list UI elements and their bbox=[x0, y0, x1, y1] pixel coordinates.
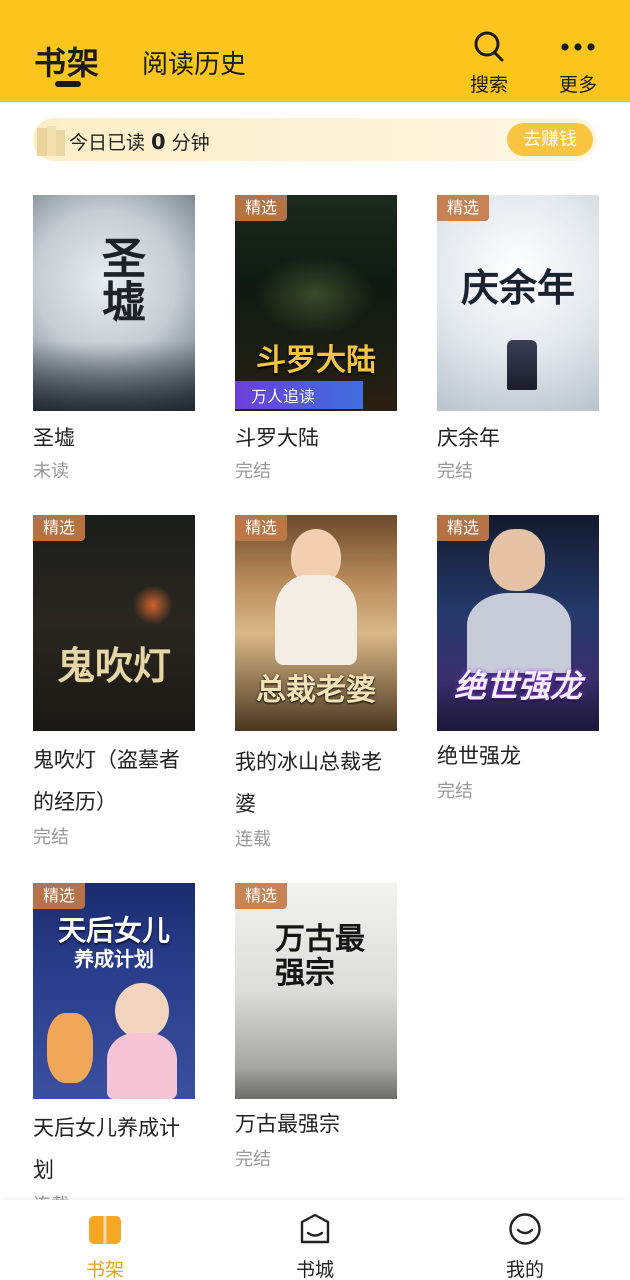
reading-minutes: 0 bbox=[151, 130, 166, 154]
book-status: 完结 bbox=[33, 827, 69, 848]
book-title: 绝世强龙 bbox=[437, 744, 521, 768]
book-title: 圣墟 bbox=[33, 426, 75, 450]
book-status: 完结 bbox=[437, 461, 473, 482]
books-stack-icon bbox=[37, 126, 65, 156]
book-status: 完结 bbox=[235, 1149, 271, 1170]
cover-title: 绝世强龙 bbox=[453, 667, 582, 705]
cover-tag-text: 万人追读 bbox=[251, 387, 316, 406]
reading-prefix: 今日已读 bbox=[69, 132, 146, 154]
featured-badge: 精选 bbox=[235, 883, 287, 909]
active-tab-indicator bbox=[55, 81, 81, 87]
more-button[interactable]: 更多 bbox=[548, 28, 608, 96]
cover-tag: 万人追读 bbox=[235, 381, 363, 409]
book-title-line1: 天后女儿养成计 bbox=[33, 1116, 180, 1140]
book-cover[interactable]: 圣墟 bbox=[33, 195, 195, 411]
book-cover[interactable]: 天后女儿 养成计划 bbox=[33, 883, 195, 1099]
book-title-line2: 的经历） bbox=[33, 790, 117, 814]
featured-badge: 精选 bbox=[33, 515, 85, 541]
cover-subtitle: 养成计划 bbox=[74, 947, 154, 971]
cover-title: 万古最强宗 bbox=[275, 922, 365, 991]
top-header: 书架 阅读历史 搜索 更多 bbox=[0, 0, 630, 102]
book-cover[interactable]: 万古最强宗 bbox=[235, 883, 397, 1099]
book-cover[interactable]: 庆余年 bbox=[437, 195, 599, 411]
cover-title: 圣墟 bbox=[94, 235, 145, 323]
book-title-line1: 鬼吹灯（盗墓者 bbox=[33, 748, 180, 772]
cover-title: 斗罗大陆 bbox=[256, 343, 376, 378]
cover-title: 鬼吹灯 bbox=[56, 643, 171, 688]
book-status: 连载 bbox=[235, 829, 271, 850]
nav-bookshelf[interactable]: 书架 bbox=[45, 1200, 165, 1280]
featured-badge: 精选 bbox=[33, 883, 85, 909]
book-status: 未读 bbox=[33, 461, 69, 482]
nav-bookstore[interactable]: 书城 bbox=[255, 1200, 375, 1280]
featured-badge: 精选 bbox=[235, 195, 287, 221]
profile-icon bbox=[509, 1213, 541, 1245]
book-title: 斗罗大陆 bbox=[235, 426, 319, 450]
bookstore-icon bbox=[300, 1213, 330, 1244]
more-label: 更多 bbox=[558, 74, 597, 96]
search-label: 搜索 bbox=[469, 74, 508, 96]
book-cover[interactable]: 绝世强龙 bbox=[437, 515, 599, 731]
earn-money-button[interactable]: 去赚钱 bbox=[507, 123, 593, 156]
reading-suffix: 分钟 bbox=[171, 132, 210, 154]
more-dots-icon bbox=[561, 43, 595, 51]
book-cover[interactable]: 斗罗大陆 万人追读 bbox=[235, 195, 397, 411]
book-title-line1: 我的冰山总裁老 bbox=[235, 750, 382, 774]
bottom-nav: 书架 书城 我的 bbox=[0, 1200, 630, 1280]
cover-title: 庆余年 bbox=[460, 265, 575, 310]
nav-bookshelf-label: 书架 bbox=[85, 1259, 124, 1280]
nav-profile-label: 我的 bbox=[505, 1259, 544, 1280]
nav-bookstore-label: 书城 bbox=[295, 1259, 334, 1280]
book-cover[interactable]: 鬼吹灯 bbox=[33, 515, 195, 731]
search-button[interactable]: 搜索 bbox=[459, 28, 519, 96]
nav-profile[interactable]: 我的 bbox=[465, 1200, 585, 1280]
featured-badge: 精选 bbox=[437, 515, 489, 541]
search-icon bbox=[474, 31, 504, 62]
book-title-line2: 划 bbox=[33, 1158, 54, 1182]
featured-badge: 精选 bbox=[437, 195, 489, 221]
book-status: 完结 bbox=[235, 461, 271, 482]
featured-badge: 精选 bbox=[235, 515, 287, 541]
tab-reading-history[interactable]: 阅读历史 bbox=[142, 44, 246, 81]
book-title: 万古最强宗 bbox=[235, 1112, 340, 1136]
bookshelf-icon bbox=[89, 1216, 121, 1244]
book-cover[interactable]: 总裁老婆 bbox=[235, 515, 397, 731]
reading-time-text: 今日已读 0 分钟 bbox=[69, 128, 210, 155]
book-title: 庆余年 bbox=[437, 426, 500, 450]
book-status: 完结 bbox=[437, 781, 473, 802]
cover-title: 总裁老婆 bbox=[256, 673, 376, 708]
reading-time-banner: 今日已读 0 分钟 去赚钱 bbox=[33, 118, 597, 161]
tab-bookshelf[interactable]: 书架 bbox=[34, 38, 100, 84]
book-title-line2: 婆 bbox=[235, 792, 256, 816]
